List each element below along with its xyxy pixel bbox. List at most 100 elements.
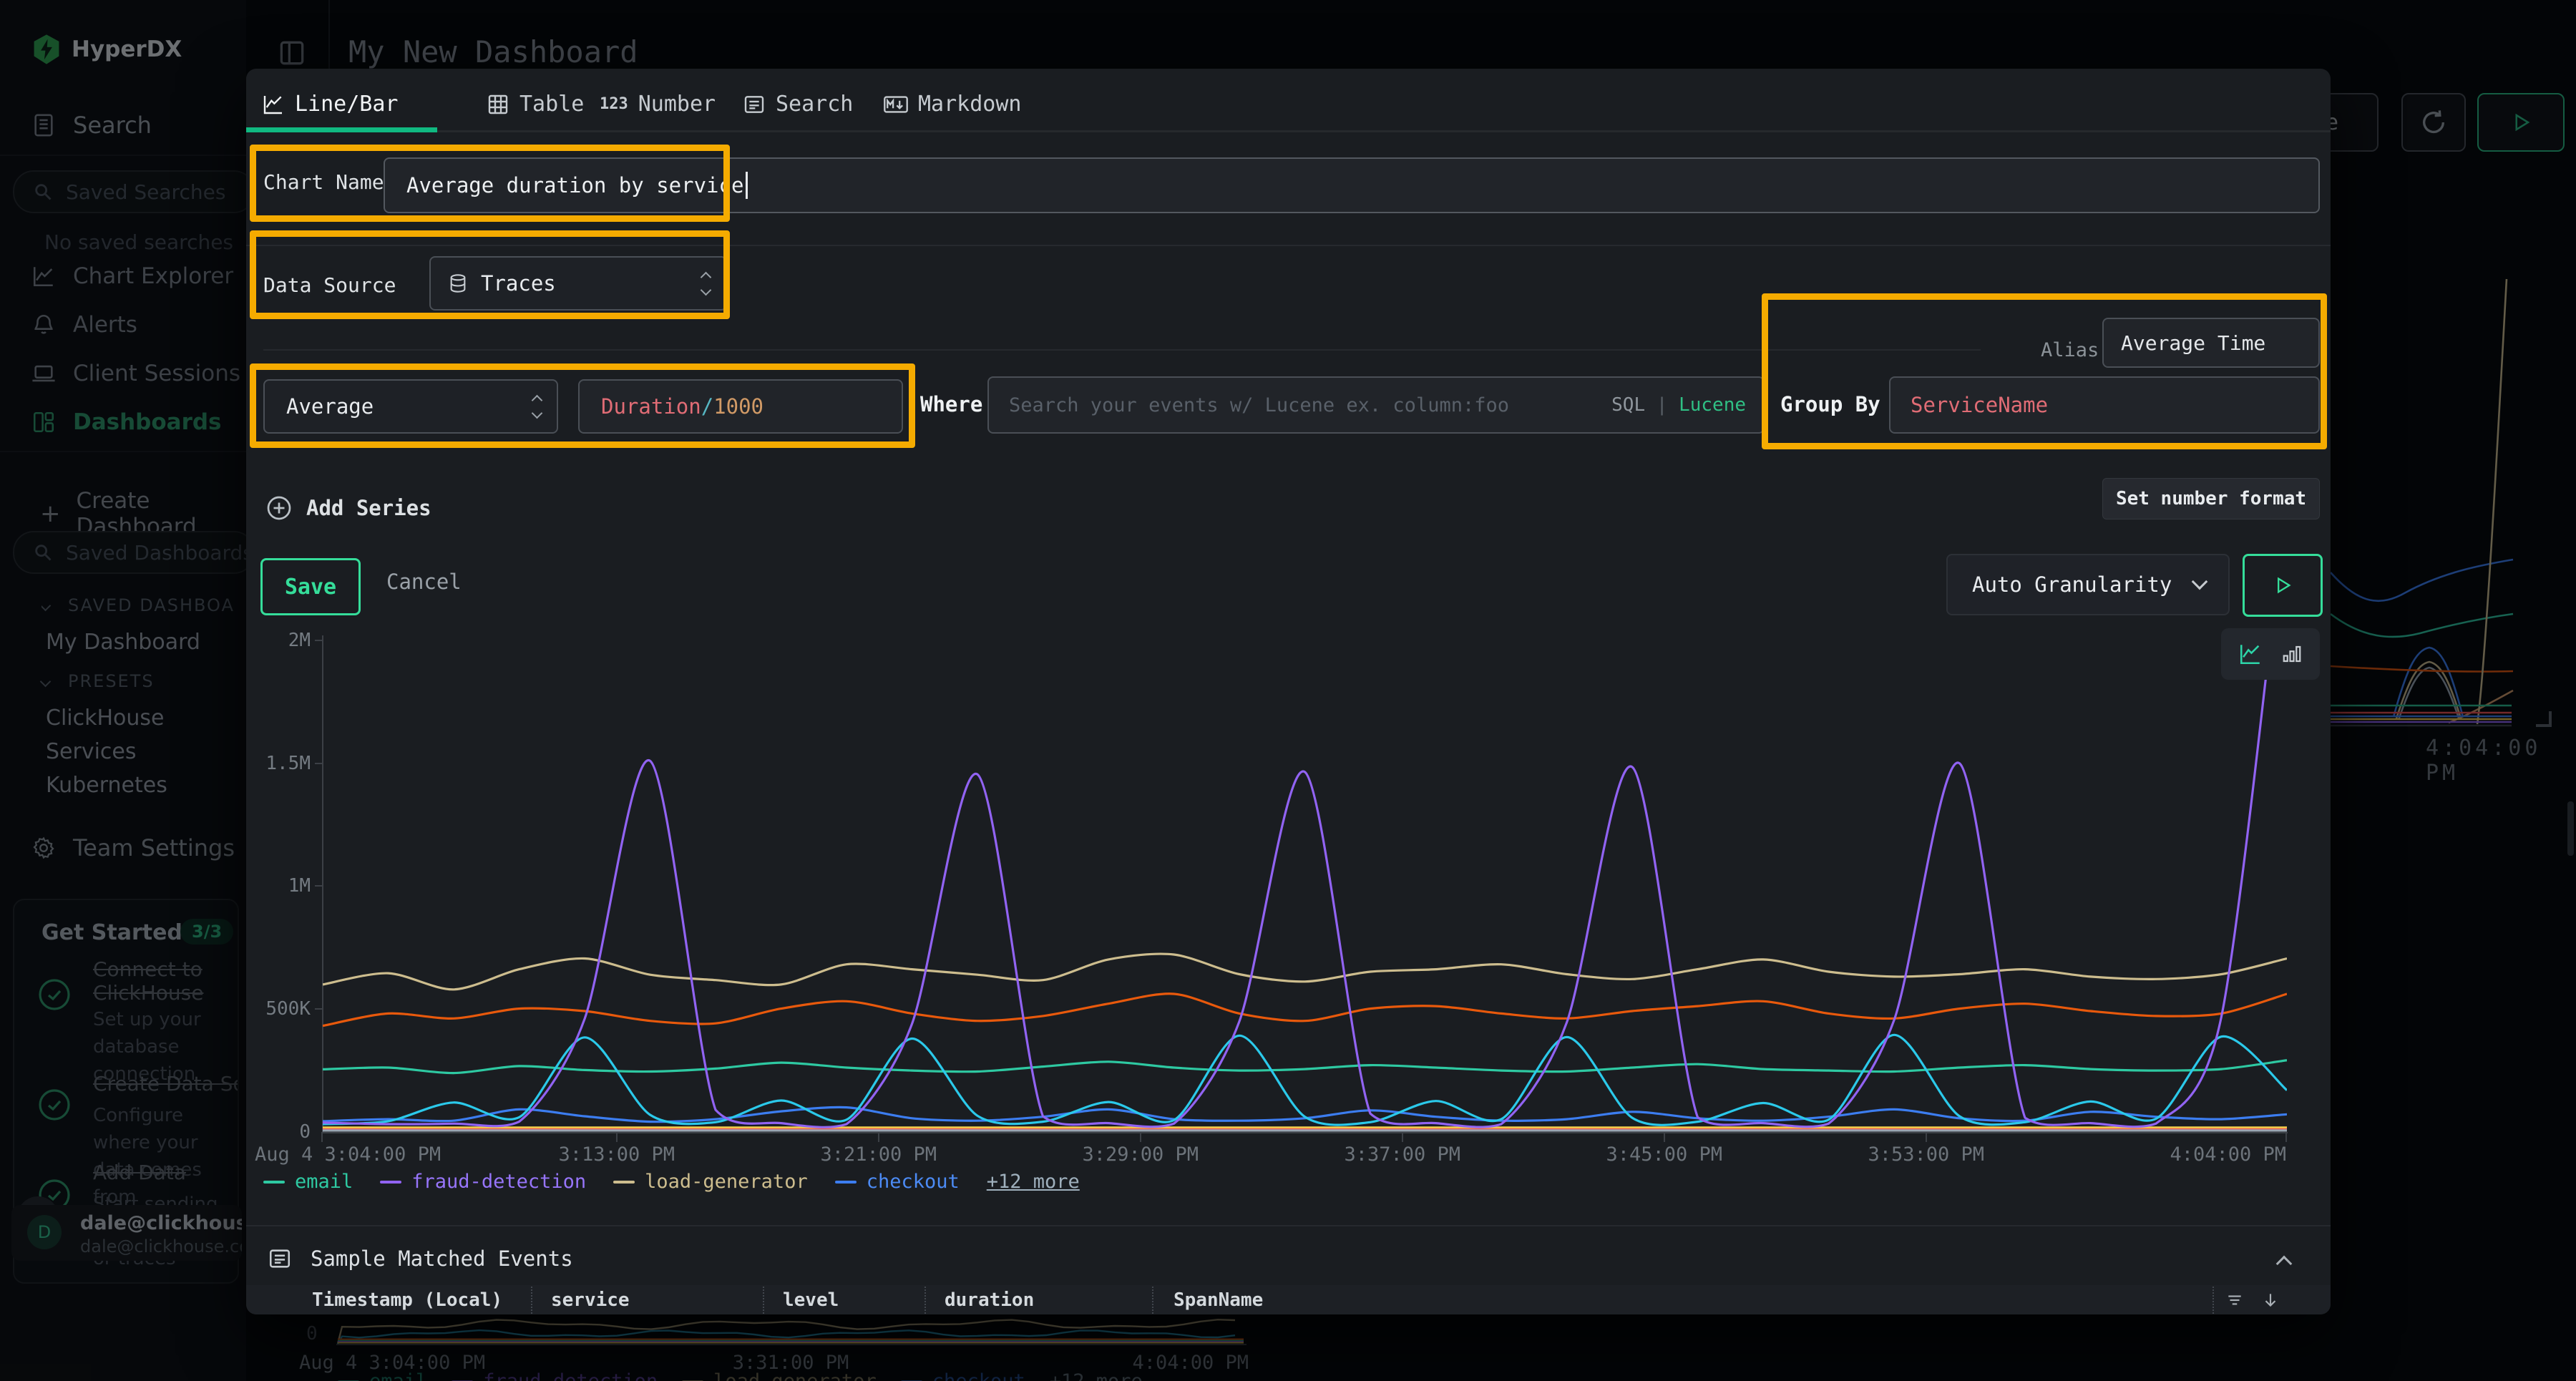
x-axis-label: 3:13:00 PM [558, 1143, 675, 1166]
column-separator [924, 1287, 926, 1314]
column-header-duration[interactable]: duration [945, 1289, 1034, 1311]
y-axis-label: 0 [279, 1121, 311, 1143]
alias-input[interactable]: Average Time [2102, 318, 2320, 368]
column-header-timestamp[interactable]: Timestamp (Local) [312, 1289, 502, 1311]
column-separator [531, 1287, 532, 1314]
alias-label: Alias [2041, 339, 2099, 361]
x-axis-label: 3:53:00 PM [1868, 1143, 1984, 1166]
set-number-format-button[interactable]: Set number format [2102, 478, 2320, 519]
add-series-button[interactable]: Add Series [266, 495, 431, 521]
query-language-toggle[interactable]: SQL | Lucene [1611, 394, 1746, 416]
expression-operator: / [701, 394, 713, 419]
expression-input[interactable]: Duration/1000 [578, 379, 903, 434]
data-source-label: Data Source [263, 273, 396, 297]
cancel-button[interactable]: Cancel [386, 570, 462, 594]
x-tick [616, 1132, 618, 1142]
column-separator [763, 1287, 764, 1314]
x-tick [1664, 1132, 1665, 1142]
y-axis-label: 2M [279, 630, 311, 651]
chart-legend: email fraud-detection load-generator che… [263, 1171, 1080, 1193]
column-separator [1152, 1287, 1153, 1314]
save-button[interactable]: Save [260, 558, 361, 615]
where-placeholder: Search your events w/ Lucene ex. column:… [1009, 394, 1509, 416]
collapse-panel-chevron[interactable] [2276, 1256, 2293, 1272]
x-tick [878, 1132, 879, 1142]
events-table-header: Timestamp (Local) service level duration… [246, 1285, 2331, 1314]
timeseries-chart[interactable] [323, 640, 2287, 1132]
bar-chart-toggle-icon[interactable] [2281, 643, 2303, 665]
x-axis-label: 3:37:00 PM [1344, 1143, 1460, 1166]
y-axis-label: 1M [279, 875, 311, 897]
legend-more-link[interactable]: +12 more [987, 1171, 1080, 1193]
x-tick [1140, 1132, 1141, 1142]
column-separator [2212, 1287, 2214, 1314]
tab-underline-active [246, 127, 437, 132]
aggregation-select[interactable]: Average [263, 379, 558, 434]
column-header-service[interactable]: service [551, 1289, 630, 1311]
tab-markdown[interactable]: Markdown [884, 92, 1022, 117]
sample-events-header[interactable]: Sample Matched Events [268, 1246, 573, 1271]
divider [246, 245, 2331, 246]
where-search-input[interactable]: Search your events w/ Lucene ex. column:… [987, 376, 1765, 434]
lucene-toggle[interactable]: Lucene [1679, 394, 1746, 416]
sort-descending-icon[interactable] [2261, 1291, 2280, 1309]
x-tick [1402, 1132, 1403, 1142]
y-axis-label: 500K [256, 998, 311, 1020]
select-chevrons [533, 396, 541, 417]
chart-name-input[interactable]: Average duration by service [384, 157, 2320, 213]
legend-item-email[interactable]: email [263, 1171, 353, 1193]
database-icon [448, 273, 468, 293]
expression-value: 1000 [713, 394, 763, 419]
legend-item-checkout[interactable]: checkout [835, 1171, 960, 1193]
x-tick [1926, 1132, 1927, 1142]
legend-item-fraud-detection[interactable]: fraud-detection [380, 1171, 586, 1193]
granularity-select[interactable]: Auto Granularity [1946, 554, 2230, 615]
legend-swatch [263, 1181, 285, 1184]
data-source-select[interactable]: Traces [429, 256, 727, 311]
markdown-icon [884, 93, 908, 116]
column-settings-icon[interactable] [2225, 1291, 2244, 1309]
table-icon [487, 93, 509, 116]
tab-line-bar[interactable]: Line/Bar [262, 92, 399, 117]
tab-number[interactable]: 123 Number [600, 92, 716, 117]
divider [263, 349, 1981, 351]
tab-underline-track [246, 130, 2331, 132]
x-tick [2285, 1132, 2287, 1142]
text-cursor [746, 172, 748, 199]
legend-swatch [380, 1181, 401, 1184]
x-axis-label: 4:04:00 PM [2170, 1143, 2286, 1166]
legend-swatch [613, 1181, 635, 1184]
group-by-label: Group By [1780, 392, 1880, 416]
number-123-icon: 123 [600, 95, 628, 113]
legend-swatch [835, 1181, 857, 1184]
line-bar-icon [262, 93, 285, 116]
line-chart-toggle-icon[interactable] [2238, 642, 2263, 666]
x-axis-label: Aug 4 3:04:00 PM [255, 1143, 441, 1166]
screen: My New Dashboard Save 4:04:00 PM 0 Aug 4… [0, 0, 2576, 1381]
circle-plus-icon [266, 495, 292, 521]
chevron-down-icon [2192, 574, 2208, 590]
tab-search[interactable]: Search [743, 92, 853, 117]
chart-editor-modal: Line/Bar Table 123 Number Search Markdow… [246, 69, 2331, 1314]
expression-field: Duration [601, 394, 701, 419]
x-axis-label: 3:21:00 PM [820, 1143, 937, 1166]
chart-name-label: Chart Name [263, 170, 384, 194]
list-panel-icon [268, 1246, 292, 1271]
x-axis-label: 3:45:00 PM [1606, 1143, 1722, 1166]
search-list-icon [743, 93, 766, 116]
select-chevrons [702, 273, 710, 294]
column-header-level[interactable]: level [783, 1289, 839, 1311]
x-axis-label: 3:29:00 PM [1082, 1143, 1199, 1166]
tab-table[interactable]: Table [487, 92, 584, 117]
x-tick [321, 1132, 323, 1142]
play-icon [2273, 575, 2293, 595]
legend-item-load-generator[interactable]: load-generator [613, 1171, 808, 1193]
group-by-input[interactable]: ServiceName [1889, 376, 2320, 434]
where-label: Where [920, 392, 982, 416]
chart-type-toggle[interactable] [2221, 628, 2320, 680]
y-axis-label: 1.5M [256, 753, 311, 774]
run-query-button[interactable] [2243, 554, 2323, 617]
divider [246, 1225, 2331, 1226]
column-header-spanname[interactable]: SpanName [1174, 1289, 1263, 1311]
sql-toggle[interactable]: SQL [1611, 394, 1645, 416]
